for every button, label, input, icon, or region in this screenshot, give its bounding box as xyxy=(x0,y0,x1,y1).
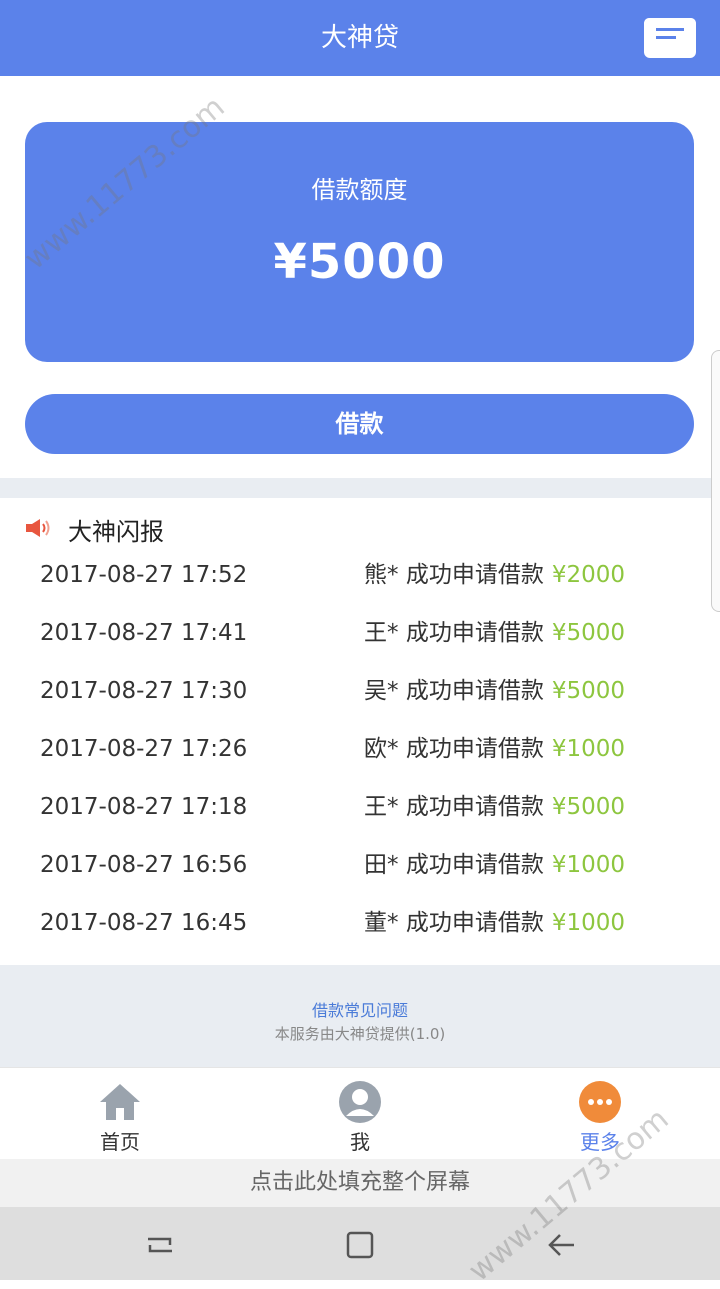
tab-home[interactable]: 首页 xyxy=(60,1068,180,1160)
news-row-action: 成功申请借款 xyxy=(405,794,544,820)
news-row-time: 2017-08-27 16:56 xyxy=(40,852,248,878)
quota-card: 借款额度 ¥5000 xyxy=(25,122,694,362)
news-row-amount: ¥5000 xyxy=(551,620,625,646)
user-icon xyxy=(339,1081,381,1123)
news-row-action: 成功申请借款 xyxy=(405,736,544,762)
speaker-icon xyxy=(26,519,50,537)
provider-text: 本服务由大神贷提供(1.0) xyxy=(274,1025,446,1043)
footer-info: 借款常见问题 本服务由大神贷提供(1.0) xyxy=(0,965,720,1067)
news-row: 2017-08-27 17:26 欧* 成功申请借款 ¥1000 xyxy=(0,720,720,778)
news-row-text: 董* 成功申请借款 ¥1000 xyxy=(364,894,625,952)
news-row-time: 2017-08-27 17:26 xyxy=(40,736,248,762)
news-row-name: 熊* xyxy=(364,562,399,588)
app-header: 大神贷 xyxy=(0,0,720,76)
news-row-amount: ¥1000 xyxy=(551,910,625,936)
news-row-text: 王* 成功申请借款 ¥5000 xyxy=(364,604,625,662)
borrow-button[interactable]: 借款 xyxy=(25,394,694,454)
more-icon xyxy=(579,1081,621,1123)
news-row-action: 成功申请借款 xyxy=(405,678,544,704)
news-row-amount: ¥2000 xyxy=(551,562,625,588)
news-row-name: 王* xyxy=(364,794,399,820)
page-title: 大神贷 xyxy=(320,23,399,53)
news-row-amount: ¥5000 xyxy=(551,678,625,704)
news-row-name: 王* xyxy=(364,620,399,646)
scroll-handle[interactable] xyxy=(711,350,720,612)
news-row-time: 2017-08-27 17:41 xyxy=(40,620,248,646)
news-row-action: 成功申请借款 xyxy=(405,562,544,588)
news-row-time: 2017-08-27 17:18 xyxy=(40,794,248,820)
news-row-name: 吴* xyxy=(364,678,399,704)
news-row-amount: ¥1000 xyxy=(551,852,625,878)
home-nav-icon[interactable] xyxy=(340,1225,380,1265)
section-divider xyxy=(0,478,720,498)
news-row-action: 成功申请借款 xyxy=(405,910,544,936)
news-title: 大神闪报 xyxy=(68,518,164,546)
news-row-text: 欧* 成功申请借款 ¥1000 xyxy=(364,720,625,778)
news-row-amount: ¥5000 xyxy=(551,794,625,820)
news-row-name: 董* xyxy=(364,910,399,936)
news-rows: 2017-08-27 17:52 熊* 成功申请借款 ¥2000 2017-08-27… xyxy=(0,558,720,952)
message-button[interactable] xyxy=(644,18,696,58)
news-row-text: 田* 成功申请借款 ¥1000 xyxy=(364,836,625,894)
news-row-name: 欧* xyxy=(364,736,399,762)
news-row-time: 2017-08-27 16:45 xyxy=(40,910,248,936)
tab-me-label: 我 xyxy=(350,1130,370,1154)
news-row-action: 成功申请借款 xyxy=(405,620,544,646)
system-nav-bar xyxy=(0,1207,720,1280)
news-row-amount: ¥1000 xyxy=(551,736,625,762)
news-row-text: 王* 成功申请借款 ¥5000 xyxy=(364,778,625,836)
news-row-name: 田* xyxy=(364,852,399,878)
home-icon xyxy=(100,1084,140,1120)
news-row: 2017-08-27 16:45 董* 成功申请借款 ¥1000 xyxy=(0,894,720,952)
news-row-text: 熊* 成功申请借款 ¥2000 xyxy=(364,558,625,604)
news-row: 2017-08-27 16:56 田* 成功申请借款 ¥1000 xyxy=(0,836,720,894)
news-row: 2017-08-27 17:41 王* 成功申请借款 ¥5000 xyxy=(0,604,720,662)
quota-amount: ¥5000 xyxy=(273,234,446,290)
news-row: 2017-08-27 17:18 王* 成功申请借款 ¥5000 xyxy=(0,778,720,836)
tab-me[interactable]: 我 xyxy=(300,1068,420,1160)
news-row-time: 2017-08-27 17:52 xyxy=(40,562,248,588)
message-icon xyxy=(644,18,696,57)
news-row: 2017-08-27 17:30 吴* 成功申请借款 ¥5000 xyxy=(0,662,720,720)
recent-apps-icon[interactable] xyxy=(140,1225,180,1265)
faq-link[interactable]: 借款常见问题 xyxy=(0,997,720,1021)
tab-home-label: 首页 xyxy=(100,1130,140,1154)
news-list[interactable]: 2017-08-27 17:52 熊* 成功申请借款 ¥2000 2017-08-27… xyxy=(0,558,720,964)
news-row-text: 吴* 成功申请借款 ¥5000 xyxy=(364,662,625,720)
news-header: 大神闪报 xyxy=(0,498,720,558)
news-row-action: 成功申请借款 xyxy=(405,852,544,878)
news-row: 2017-08-27 17:52 熊* 成功申请借款 ¥2000 xyxy=(0,558,720,604)
news-row-time: 2017-08-27 17:30 xyxy=(40,678,248,704)
